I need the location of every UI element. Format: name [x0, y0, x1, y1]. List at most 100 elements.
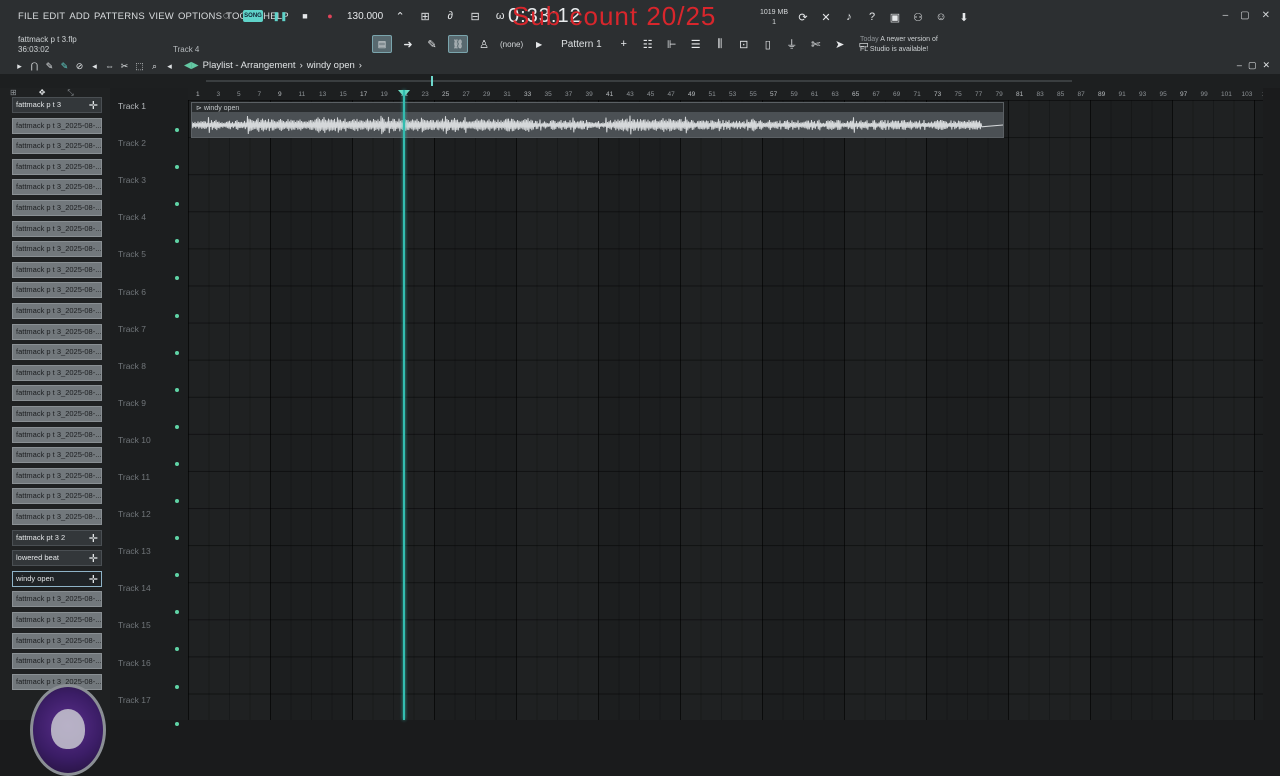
menu-add[interactable]: ADD [69, 11, 90, 22]
channel-rack-icon[interactable]: ☰ [688, 36, 704, 52]
plugin-icon[interactable]: ⚇ [910, 9, 926, 25]
minimize-icon[interactable]: – [1223, 10, 1229, 21]
track-mute-led-icon[interactable] [175, 202, 179, 207]
record-icon[interactable]: ● [322, 8, 338, 24]
pattern-item[interactable]: fattmack p t 3_2025-08-... [12, 303, 102, 319]
scroll-position-marker[interactable] [431, 76, 433, 86]
piano-roll-icon[interactable]: ⊩ [664, 36, 680, 52]
pattern-item[interactable]: fattmack p t 3_2025-08-... [12, 385, 102, 402]
maximize-icon[interactable]: ▢ [1240, 10, 1249, 21]
delete-icon[interactable]: ⊘ [74, 59, 85, 73]
song-mode-button[interactable]: SONG [243, 10, 263, 22]
track-name[interactable]: Track 9 [118, 398, 146, 408]
playhead[interactable] [403, 90, 405, 720]
pattern-selector[interactable]: Pattern 1 [555, 39, 608, 50]
menu-edit[interactable]: EDIT [43, 11, 65, 22]
mixer-icon[interactable]: ⫼ [712, 36, 728, 52]
pattern-item[interactable]: fattmack p t 3_2025-08-... [12, 364, 102, 381]
master-volume-knob-icon[interactable]: ◌ [218, 8, 234, 24]
stop-icon[interactable]: ■ [297, 8, 313, 24]
news-panel[interactable]: Today A newer version of FL Studio is av… [860, 35, 938, 55]
cloud-icon[interactable]: ➤ [832, 36, 848, 52]
snap-select[interactable]: (none) [500, 40, 523, 49]
track-name[interactable]: Track 6 [118, 287, 146, 297]
tempo-display[interactable]: 130.000 [347, 11, 383, 22]
menu-options[interactable]: OPTIONS [178, 11, 222, 22]
timeline-ruler[interactable]: 1357911131517192123252729313335373941434… [188, 88, 1263, 100]
audio-clip[interactable]: ⊳ windy open [191, 102, 1004, 138]
stamp-icon[interactable]: ♙ [476, 36, 492, 52]
menu-file[interactable]: FILE [18, 11, 39, 22]
slip-icon[interactable]: ⇔ [104, 59, 115, 73]
pattern-list-menu-icon[interactable]: ⊞ [10, 88, 17, 97]
restart-icon[interactable]: ⟳ [795, 9, 811, 25]
playlist-minimize-icon[interactable]: – [1237, 60, 1242, 71]
loop-record-icon[interactable]: ω [492, 8, 508, 24]
playlist-current-pattern[interactable]: windy open [307, 60, 355, 71]
pattern-list-pin-icon[interactable]: ⤡ [67, 88, 73, 97]
pattern-item[interactable]: fattmack p t 3_2025-08-... [12, 467, 102, 484]
link-icon[interactable]: ⛓ [448, 35, 468, 53]
countdown-icon[interactable]: ∂ [442, 8, 458, 24]
track-mute-led-icon[interactable] [175, 647, 179, 652]
magnet-icon[interactable]: ⋂ [29, 59, 40, 73]
horizontal-scrollbar[interactable] [206, 80, 1072, 82]
track-name[interactable]: Track 8 [118, 361, 146, 371]
wait-for-input-icon[interactable]: ⊞ [417, 8, 433, 24]
add-pattern-icon[interactable]: + [616, 36, 632, 52]
plug-icon[interactable]: ⏚ [784, 36, 800, 52]
playlist-menu-icon[interactable]: ▸ [14, 59, 25, 73]
pattern-item[interactable]: fattmack p t 3_2025-08-... [12, 426, 102, 443]
track-mute-led-icon[interactable] [175, 573, 179, 578]
track-mute-led-icon[interactable] [175, 276, 179, 281]
download-icon[interactable]: ⬇ [956, 9, 972, 25]
track-mute-led-icon[interactable] [175, 684, 179, 689]
track-mute-led-icon[interactable] [175, 610, 179, 615]
select-icon[interactable]: ⬚ [134, 59, 145, 73]
pattern-item[interactable]: fattmack p t 3_2025-08-... [12, 509, 102, 525]
pattern-add-icon[interactable]: ✛ [89, 573, 98, 586]
pattern-item[interactable]: fattmack p t 3_2025-08-... [12, 323, 102, 340]
track-mute-led-icon[interactable] [175, 313, 179, 318]
save-icon[interactable]: ▣ [887, 9, 903, 25]
track-name[interactable]: Track 16 [118, 658, 151, 668]
pattern-item[interactable]: fattmack p t 3_2025-08-... [12, 241, 102, 258]
playlist-close-icon[interactable]: ✕ [1262, 60, 1270, 71]
paint-icon[interactable]: ✎ [59, 59, 70, 73]
pattern-add-icon[interactable]: ✛ [89, 532, 98, 545]
pattern-item[interactable]: fattmack p t 3_2025-08-... [12, 632, 102, 649]
track-mute-led-icon[interactable] [175, 350, 179, 355]
slice-icon[interactable]: ✂ [119, 59, 130, 73]
track-name[interactable]: Track 12 [118, 509, 151, 519]
pattern-add-icon[interactable]: ✛ [89, 99, 98, 112]
blend-notes-icon[interactable]: ⊟ [467, 8, 483, 24]
track-name[interactable]: Track 2 [118, 138, 146, 148]
menu-patterns[interactable]: PATTERNS [94, 11, 145, 22]
track-mute-led-icon[interactable] [175, 721, 179, 726]
metronome-icon[interactable]: ⌃ [392, 8, 408, 24]
track-name[interactable]: Track 7 [118, 324, 146, 334]
pattern-list-move-icon[interactable]: ✥ [39, 88, 46, 97]
pattern-item[interactable]: fattmack p t 3_2025-08-... [12, 282, 102, 299]
track-name[interactable]: Track 3 [118, 175, 146, 185]
track-name[interactable]: Track 14 [118, 583, 151, 593]
track-name[interactable]: Track 10 [118, 435, 151, 445]
playlist-grid[interactable]: ⊳ windy open [188, 100, 1263, 720]
track-mute-led-icon[interactable] [175, 536, 179, 541]
snap-icon[interactable]: ▤ [372, 35, 392, 53]
mute-icon[interactable]: ◂ [89, 59, 100, 73]
playlist-icon[interactable]: ☷ [640, 36, 656, 52]
track-name[interactable]: Track 15 [118, 620, 151, 630]
pattern-item[interactable]: lowered beat ✛ [12, 550, 102, 567]
menu-view[interactable]: VIEW [149, 11, 174, 22]
pattern-add-icon[interactable]: ✛ [89, 552, 98, 565]
track-mute-led-icon[interactable] [175, 239, 179, 244]
help-icon[interactable]: ? [864, 9, 880, 25]
pattern-item[interactable]: fattmack p t 3 ✛ [12, 97, 102, 113]
pause-icon[interactable]: ❚❚ [272, 8, 288, 24]
pattern-item[interactable]: fattmack p t 3_2025-08-... [12, 158, 102, 175]
vertical-scrollbar[interactable] [1263, 100, 1280, 720]
play-small-icon[interactable]: ▶ [531, 36, 547, 52]
close-icon[interactable]: ✕ [1262, 10, 1270, 21]
track-mute-led-icon[interactable] [175, 499, 179, 503]
